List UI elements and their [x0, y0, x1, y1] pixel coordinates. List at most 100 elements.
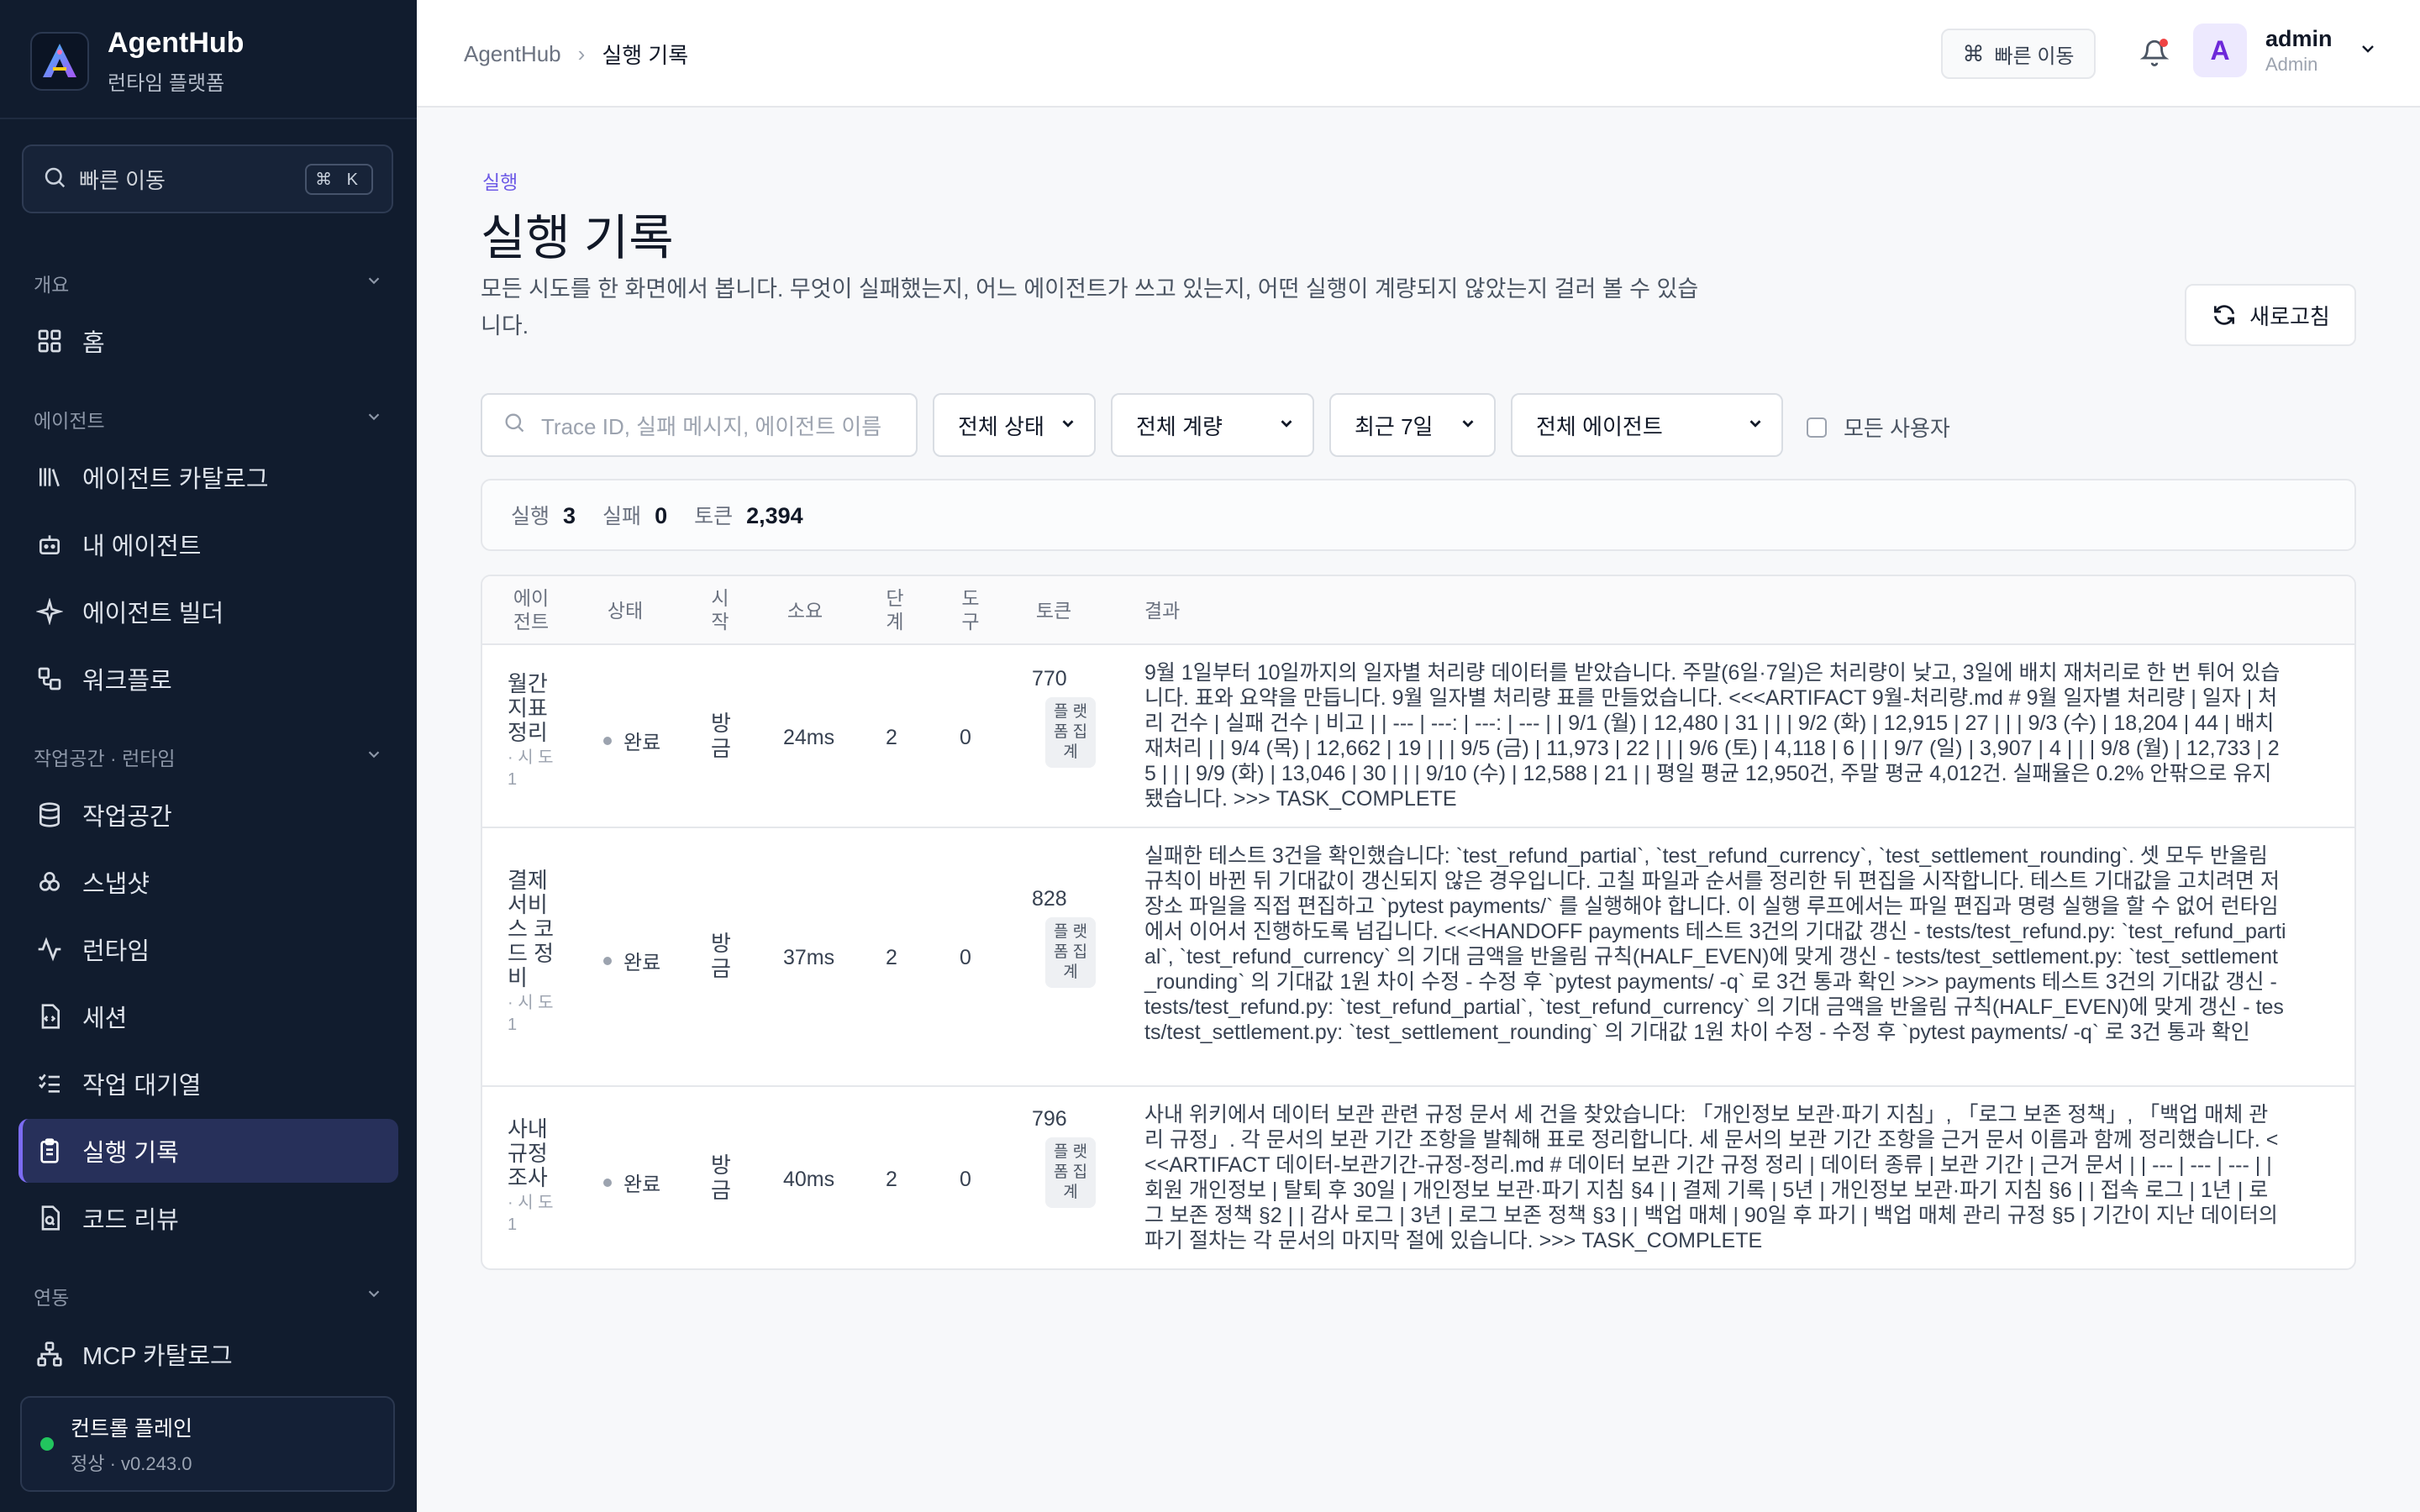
sidebar-quick-search[interactable]: 빠른 이동 ⌘ K: [22, 144, 393, 213]
sidebar-item-session[interactable]: 세션: [18, 984, 398, 1048]
metering-select[interactable]: 전체 계량: [1111, 393, 1314, 457]
sidebar-item-code-review[interactable]: 코드 리뷰: [18, 1186, 398, 1250]
section-integrations-label: 연동: [34, 1287, 70, 1309]
chevron-down-icon: [1746, 412, 1765, 438]
sidebar-item-workspace[interactable]: 작업공간: [18, 783, 398, 847]
sidebar-item-label: 홈: [82, 330, 105, 357]
section-integrations[interactable]: 연동: [34, 1282, 383, 1310]
run-search-input[interactable]: Trace ID, 실패 메시지, 에이전트 이름: [481, 393, 918, 457]
col-agent[interactable]: 에이 전트: [506, 586, 556, 633]
network-icon: [34, 1338, 66, 1370]
token-count: 770: [1032, 667, 1067, 690]
start-time: 방 금: [711, 1152, 731, 1203]
status-select[interactable]: 전체 상태: [933, 393, 1096, 457]
section-overview-label: 개요: [34, 274, 70, 296]
chevron-down-icon: [365, 271, 383, 295]
quick-nav-button[interactable]: ⌘ 빠른 이동: [1941, 29, 2096, 79]
attempt-label: · 시 도 1: [508, 994, 554, 1034]
chevron-right-icon: ›: [577, 41, 586, 66]
clipboard-list-icon: [34, 1135, 66, 1167]
status-dot: [603, 956, 612, 965]
brand[interactable]: AgentHub 런타임 플랫폼: [30, 27, 244, 96]
chevron-down-icon: [1459, 412, 1477, 438]
col-duration[interactable]: 소요: [780, 599, 830, 622]
table-row[interactable]: 사내 규정 조사 · 시 도 1 완료 방 금 40ms 2 0 796 플 랫…: [482, 1087, 2354, 1268]
shortcut-badge: ⌘ K: [305, 163, 373, 195]
col-tokens[interactable]: 토큰: [1028, 599, 1079, 622]
status-badge: 완료: [603, 1168, 660, 1197]
notification-button[interactable]: [2136, 35, 2173, 72]
sidebar-item-workflow[interactable]: 워크플로: [18, 647, 398, 711]
section-workspace[interactable]: 작업공간 · 런타임: [34, 743, 383, 771]
sidebar-item-agent-builder[interactable]: 에이전트 빌더: [18, 580, 398, 643]
layers-icon: [34, 866, 66, 898]
chevron-down-icon: [1277, 412, 1296, 438]
duration: 40ms: [783, 1168, 835, 1191]
col-result[interactable]: 결과: [1144, 599, 1195, 622]
grid-icon: [34, 325, 66, 357]
search-icon: [42, 165, 67, 194]
start-time: 방 금: [711, 931, 731, 981]
sidebar-item-label: 작업공간: [82, 804, 172, 831]
agent-name-text: 월간 지표 정리: [508, 671, 548, 745]
control-plane-status[interactable]: 컨트롤 플레인 정상 · v0.243.0: [20, 1396, 395, 1492]
sidebar-item-label: 내 에이전트: [82, 533, 202, 560]
breadcrumb-root[interactable]: AgentHub: [464, 41, 561, 67]
chevron-down-icon: [365, 745, 383, 769]
sidebar-item-label: 워크플로: [82, 668, 172, 695]
sidebar-item-home[interactable]: 홈: [18, 309, 398, 373]
section-agents[interactable]: 에이전트: [34, 405, 383, 433]
sidebar-item-snapshot[interactable]: 스냅샷: [18, 850, 398, 914]
col-start[interactable]: 시 작: [708, 586, 733, 633]
result-text: 실패한 테스트 3건을 확인했습니다: `test_refund_partial…: [1144, 844, 2286, 1044]
page-title: 실행 기록: [481, 211, 674, 265]
sidebar-item-label: 스냅샷: [82, 871, 150, 898]
duration: 37ms: [783, 946, 835, 969]
status-badge: 완료: [603, 946, 660, 975]
user-menu[interactable]: A admin Admin: [2193, 24, 2378, 77]
sidebar-item-my-agents[interactable]: 내 에이전트: [18, 512, 398, 576]
refresh-button[interactable]: 새로고침: [2185, 284, 2356, 346]
agent-name[interactable]: 사내 규정 조사 · 시 도 1: [508, 1117, 556, 1236]
run-history-table: 에이 전트 상태 시 작 소요 단 계 도 구 토큰 결과 월간 지표 정리 ·…: [481, 575, 2356, 1270]
file-search-icon: [34, 1202, 66, 1234]
col-steps[interactable]: 단 계: [882, 586, 908, 633]
sidebar-item-mcp-catalog[interactable]: MCP 카탈로그: [18, 1322, 398, 1386]
metering-badge: 플 랫 폼 집 계: [1045, 697, 1096, 768]
agenthub-logo: [30, 32, 89, 91]
duration: 24ms: [783, 726, 835, 749]
sidebar-item-agent-catalog[interactable]: 에이전트 카탈로그: [18, 445, 398, 509]
agent-name[interactable]: 월간 지표 정리 · 시 도 1: [508, 672, 556, 790]
attempt-label: · 시 도 1: [508, 1194, 554, 1234]
col-tools[interactable]: 도 구: [958, 586, 983, 633]
sidebar-item-run-history[interactable]: 실행 기록: [18, 1119, 398, 1183]
section-overview[interactable]: 개요: [34, 269, 383, 297]
agent-select[interactable]: 전체 에이전트: [1511, 393, 1783, 457]
token-count: 828: [1032, 887, 1067, 911]
quick-nav-label: 빠른 이동: [1994, 45, 2075, 68]
sidebar-item-label: 에이전트 카탈로그: [82, 466, 269, 493]
stat-runs-label: 실행: [511, 505, 550, 528]
library-icon: [34, 461, 66, 493]
all-users-checkbox[interactable]: 모든 사용자: [1807, 412, 1950, 443]
status-dot: [603, 736, 612, 745]
sidebar-item-runtime[interactable]: 런타임: [18, 917, 398, 981]
search-icon: [502, 411, 526, 440]
attempt-label: · 시 도 1: [508, 748, 554, 789]
agent-name[interactable]: 결제 서비 스 코드 정비 · 시 도 1: [508, 869, 556, 1036]
col-status[interactable]: 상태: [600, 599, 650, 622]
page-kicker: 실행: [482, 171, 518, 193]
chevron-down-icon: [2358, 39, 2378, 63]
sidebar-item-label: 에이전트 빌더: [82, 601, 224, 627]
control-plane-title: 컨트롤 플레인: [71, 1417, 192, 1441]
status-text: 완료: [623, 732, 661, 754]
token-count: 796: [1032, 1107, 1067, 1131]
table-row[interactable]: 결제 서비 스 코드 정비 · 시 도 1 완료 방 금 37ms 2 0 82…: [482, 828, 2354, 1087]
status-select-value: 전체 상태: [958, 413, 1044, 439]
all-users-label: 모든 사용자: [1844, 416, 1950, 441]
table-row[interactable]: 월간 지표 정리 · 시 도 1 완료 방 금 24ms 2 0 770 플 랫…: [482, 645, 2354, 828]
sidebar-item-task-queue[interactable]: 작업 대기열: [18, 1052, 398, 1116]
section-workspace-label: 작업공간 · 런타임: [34, 748, 176, 769]
period-select[interactable]: 최근 7일: [1329, 393, 1496, 457]
checkbox-box[interactable]: [1807, 417, 1827, 438]
